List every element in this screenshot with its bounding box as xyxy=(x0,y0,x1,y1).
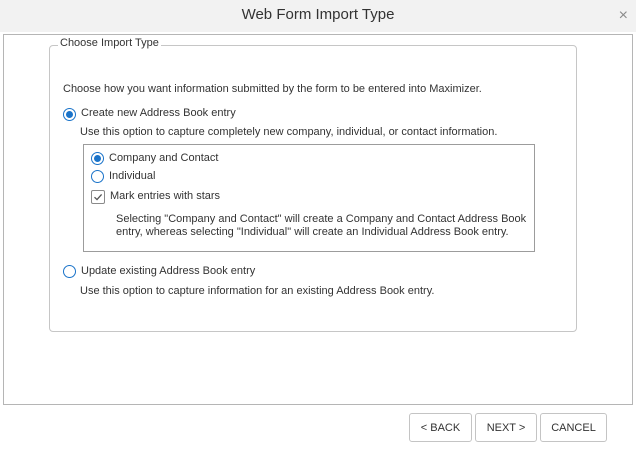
dialog-titlebar: Web Form Import Type × xyxy=(0,0,636,32)
mark-stars-label[interactable]: Mark entries with stars xyxy=(110,190,220,202)
individual-radio[interactable] xyxy=(91,170,104,183)
next-button[interactable]: NEXT > xyxy=(475,413,537,442)
back-button[interactable]: < BACK xyxy=(409,413,472,442)
create-new-description: Use this option to capture completely ne… xyxy=(80,126,498,138)
update-existing-label[interactable]: Update existing Address Book entry xyxy=(81,265,255,277)
create-new-radio[interactable] xyxy=(63,108,76,121)
company-and-contact-radio[interactable] xyxy=(91,152,104,165)
update-existing-description: Use this option to capture information f… xyxy=(80,285,435,297)
cancel-button[interactable]: CANCEL xyxy=(540,413,607,442)
company-and-contact-label[interactable]: Company and Contact xyxy=(109,152,218,164)
individual-label[interactable]: Individual xyxy=(109,170,155,182)
check-icon xyxy=(94,193,103,201)
close-icon[interactable]: × xyxy=(619,6,628,26)
import-type-legend: Choose Import Type xyxy=(58,37,161,49)
intro-text: Choose how you want information submitte… xyxy=(63,83,482,95)
create-new-label[interactable]: Create new Address Book entry xyxy=(81,107,236,119)
selection-note-line1: Selecting "Company and Contact" will cre… xyxy=(116,213,527,225)
dialog-title: Web Form Import Type xyxy=(241,6,395,23)
mark-stars-checkbox[interactable] xyxy=(91,190,105,204)
update-existing-radio[interactable] xyxy=(63,265,76,278)
selection-note-line2: entry, whereas selecting "Individual" wi… xyxy=(116,226,509,238)
